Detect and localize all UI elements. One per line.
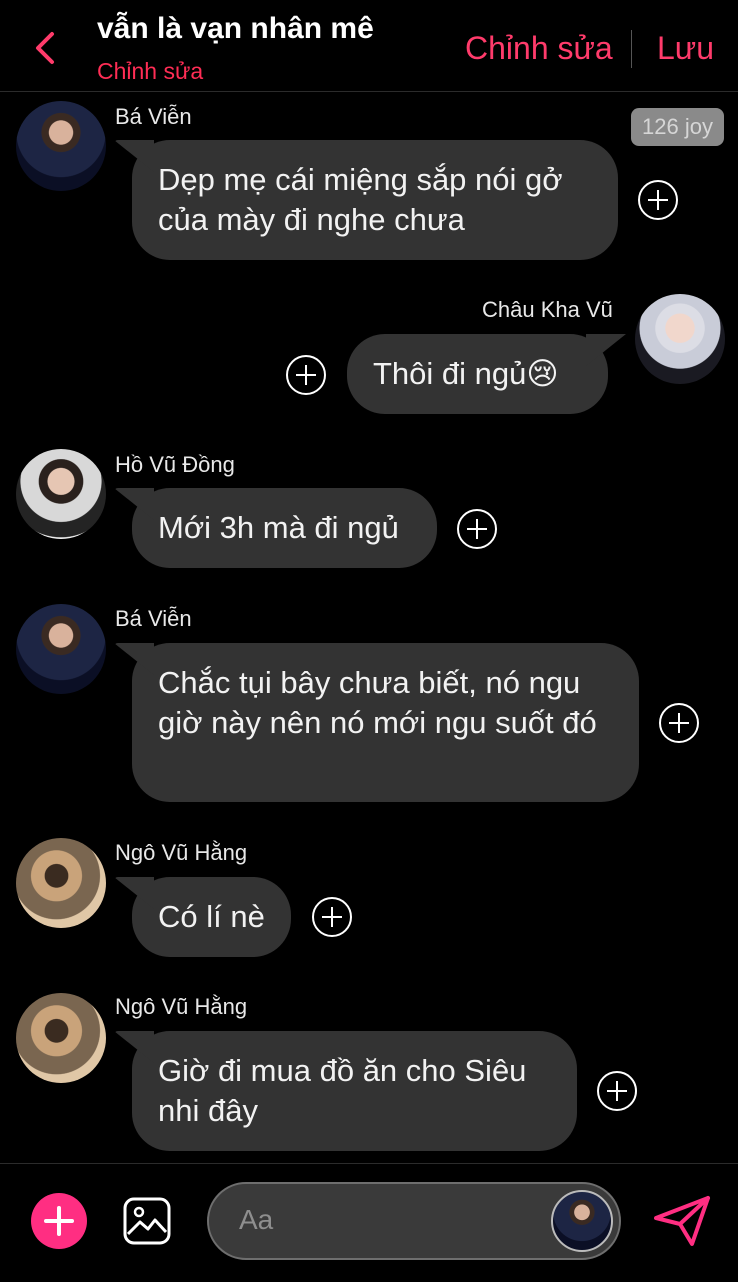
image-icon[interactable] — [122, 1196, 172, 1246]
edit-button[interactable]: Chỉnh sửa — [465, 30, 613, 67]
avatar[interactable] — [16, 449, 106, 539]
chat-header: vẫn là vạn nhân mê Chỉnh sửa Chỉnh sửa L… — [0, 0, 738, 92]
header-divider — [631, 30, 632, 68]
message-bubble[interactable]: Thôi đi ngủ😢 — [347, 334, 608, 414]
sender-name: Bá Viễn — [115, 104, 192, 129]
plus-icon — [44, 1206, 74, 1236]
sender-name: Bá Viễn — [115, 606, 192, 631]
chat-title: vẫn là vạn nhân mê — [97, 12, 374, 45]
add-reaction-icon[interactable] — [658, 702, 700, 744]
message-text: Chắc tụi bây chưa biết, nó ngu giờ này n… — [158, 665, 597, 740]
sender-name: Ngô Vũ Hằng — [115, 994, 248, 1019]
sender-name: Châu Kha Vũ — [482, 297, 613, 322]
send-icon[interactable] — [652, 1194, 712, 1248]
avatar[interactable] — [635, 294, 725, 384]
message-text: Thôi đi ngủ😢 — [373, 356, 559, 391]
message-text: Mới 3h mà đi ngủ — [158, 510, 399, 545]
add-button[interactable] — [31, 1193, 87, 1249]
chat-subtitle[interactable]: Chỉnh sửa — [97, 58, 203, 85]
sender-name: Hồ Vũ Đồng — [115, 452, 235, 477]
add-reaction-icon[interactable] — [285, 354, 327, 396]
message-text: Có lí nè — [158, 899, 265, 934]
add-reaction-icon[interactable] — [456, 508, 498, 550]
message-text: Giờ đi mua đồ ăn cho Siêu nhi đây — [158, 1053, 527, 1128]
message-bubble[interactable]: Chắc tụi bây chưa biết, nó ngu giờ này n… — [132, 643, 639, 802]
avatar[interactable] — [16, 993, 106, 1083]
back-chevron-icon[interactable] — [28, 28, 64, 68]
add-reaction-icon[interactable] — [637, 179, 679, 221]
message-bubble[interactable]: Dẹp mẹ cái miệng sắp nói gở của mày đi n… — [132, 140, 618, 260]
avatar[interactable] — [16, 101, 106, 191]
message-text: Dẹp mẹ cái miệng sắp nói gở của mày đi n… — [158, 162, 563, 237]
message-bubble[interactable]: Giờ đi mua đồ ăn cho Siêu nhi đây — [132, 1031, 577, 1151]
add-reaction-icon[interactable] — [311, 896, 353, 938]
input-placeholder: Aa — [239, 1204, 274, 1235]
message-bubble[interactable]: Mới 3h mà đi ngủ — [132, 488, 437, 568]
avatar[interactable] — [551, 1190, 613, 1252]
sender-name: Ngô Vũ Hằng — [115, 840, 248, 865]
avatar[interactable] — [16, 604, 106, 694]
save-button[interactable]: Lưu — [657, 30, 714, 67]
add-reaction-icon[interactable] — [596, 1070, 638, 1112]
message-bubble[interactable]: Có lí nè — [132, 877, 291, 957]
avatar[interactable] — [16, 838, 106, 928]
joy-badge: 126 joy — [631, 108, 724, 146]
message-input[interactable]: Aa — [207, 1182, 621, 1260]
